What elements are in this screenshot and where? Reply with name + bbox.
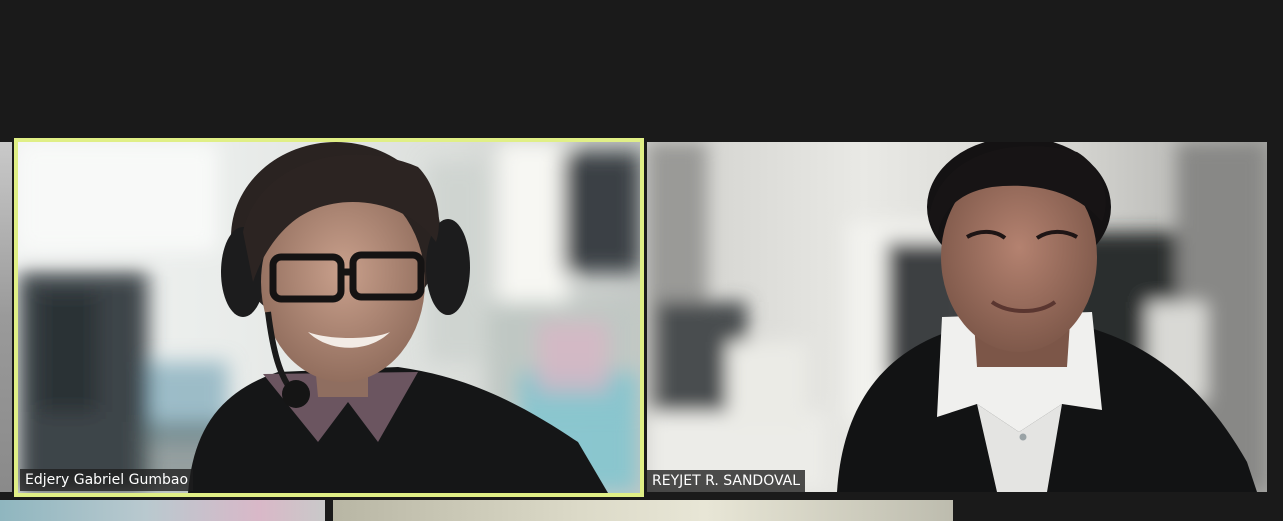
participant-video-feed xyxy=(18,142,640,493)
participant-video-tile[interactable]: REYJET R. SANDOVAL xyxy=(647,142,1267,492)
participant-video-tile-partial[interactable] xyxy=(333,500,953,521)
participant-video-tile-partial[interactable] xyxy=(0,142,12,492)
participant-video-tile-active-speaker[interactable]: Edjery Gabriel Gumbao xyxy=(14,138,644,497)
gallery-view: Edjery Gabriel Gumbao REYJET R. SANDOVAL xyxy=(0,0,1283,521)
video-frame-image xyxy=(647,142,1267,492)
video-frame-image xyxy=(18,142,640,493)
participant-video-feed xyxy=(647,142,1267,492)
participant-name-label: REYJET R. SANDOVAL xyxy=(647,470,806,492)
participant-name-label: Edjery Gabriel Gumbao xyxy=(20,469,194,491)
participant-video-tile-partial[interactable] xyxy=(0,500,325,521)
